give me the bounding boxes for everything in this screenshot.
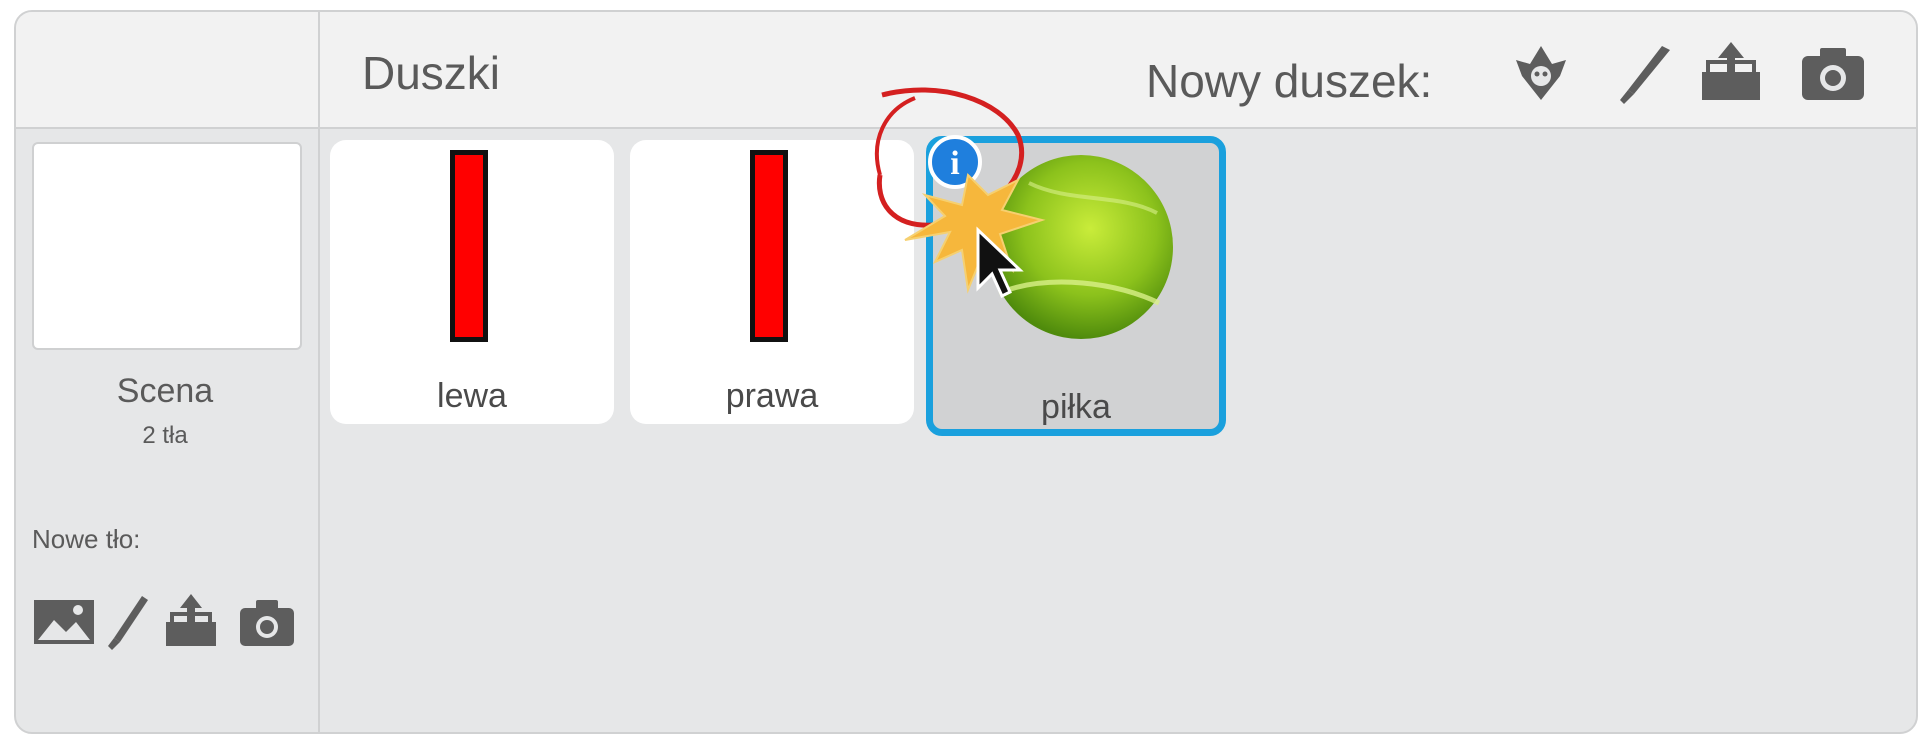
camera-icon[interactable]	[238, 592, 296, 650]
paint-brush-icon[interactable]	[106, 592, 150, 650]
backdrop-count: 2 tła	[142, 422, 188, 449]
tennis-ball-costume	[989, 155, 1173, 339]
sprite-card-prawa[interactable]: prawa	[630, 140, 914, 424]
pane-divider	[318, 12, 320, 732]
sprite-pane: Duszki Nowy duszek: Scena 2 tła Nowe tło…	[14, 10, 1918, 734]
paint-brush-icon[interactable]	[1608, 38, 1678, 108]
image-library-icon[interactable]	[32, 592, 96, 650]
camera-icon[interactable]	[1798, 38, 1868, 108]
stage-thumbnail[interactable]	[32, 142, 302, 350]
red-paddle-costume	[750, 150, 788, 342]
new-backdrop-label: Nowe tło:	[32, 524, 141, 554]
sprite-name: piłka	[1041, 388, 1111, 426]
sprite-name: lewa	[437, 377, 507, 415]
sprites-title: Duszki	[362, 47, 501, 99]
sprite-card-pilka[interactable]: piłka	[926, 136, 1226, 436]
upload-icon[interactable]	[162, 592, 220, 650]
new-sprite-label: Nowy duszek:	[1146, 55, 1433, 107]
red-paddle-costume	[450, 150, 488, 342]
sprite-card-lewa[interactable]: lewa	[330, 140, 614, 424]
stage-label: Scena	[116, 372, 214, 410]
upload-icon[interactable]	[1696, 38, 1766, 108]
sprite-name: prawa	[725, 377, 819, 415]
sprite-library-icon[interactable]	[1506, 38, 1576, 108]
